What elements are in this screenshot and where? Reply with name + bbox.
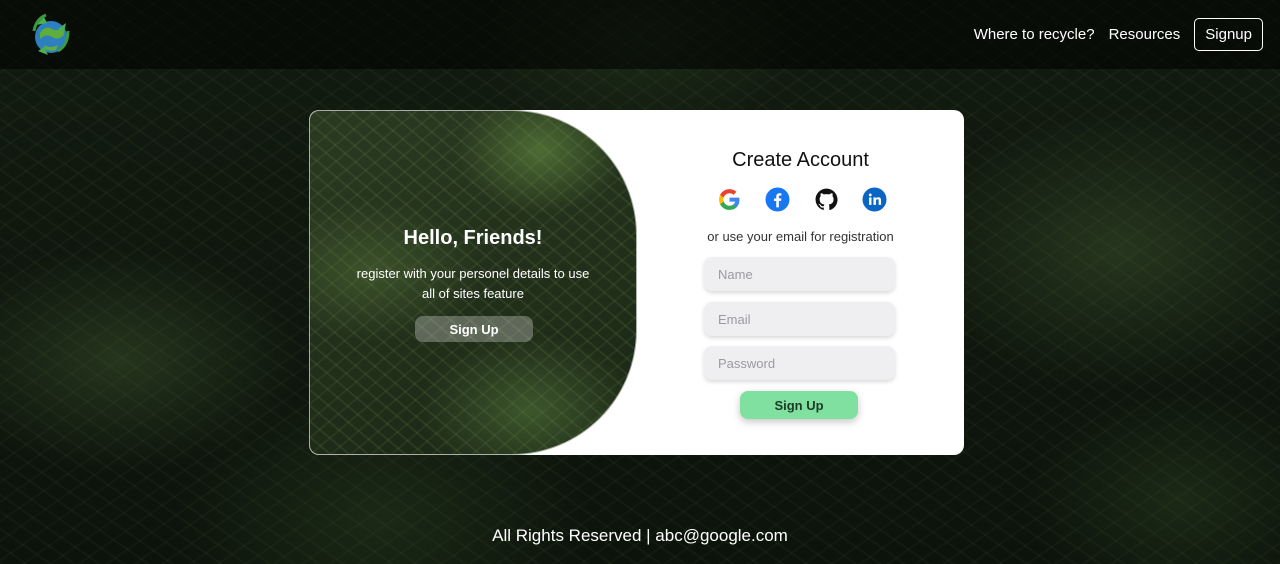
google-icon[interactable] <box>717 187 742 212</box>
overlay-signup-button[interactable]: Sign Up <box>415 316 533 342</box>
recycle-logo-icon[interactable] <box>30 11 72 59</box>
github-icon[interactable] <box>814 187 839 212</box>
social-login-row <box>717 187 887 213</box>
nav-menu: Where to recycle? Resources Signup <box>974 18 1263 51</box>
welcome-panel: Hello, Friends! register with your perso… <box>309 110 637 455</box>
top-navbar: Where to recycle? Resources Signup <box>0 0 1280 69</box>
nav-where-to-recycle[interactable]: Where to recycle? <box>974 26 1095 43</box>
submit-signup-button[interactable]: Sign Up <box>740 391 858 419</box>
signup-card: Hello, Friends! register with your perso… <box>309 110 964 455</box>
password-field[interactable] <box>704 346 895 380</box>
welcome-title: Hello, Friends! <box>403 227 543 249</box>
create-account-form: Create Account or use your email for reg… <box>637 110 964 455</box>
email-field[interactable] <box>704 302 895 336</box>
nav-signup-button[interactable]: Signup <box>1194 18 1263 51</box>
nav-resources[interactable]: Resources <box>1109 26 1181 43</box>
form-subtitle: or use your email for registration <box>707 229 894 244</box>
facebook-icon[interactable] <box>765 187 790 212</box>
footer-text: All Rights Reserved | abc@google.com <box>492 526 788 545</box>
form-title: Create Account <box>732 149 869 171</box>
name-field[interactable] <box>704 257 895 291</box>
welcome-text: register with your personel details to u… <box>356 266 590 301</box>
linkedin-icon[interactable] <box>862 187 887 212</box>
